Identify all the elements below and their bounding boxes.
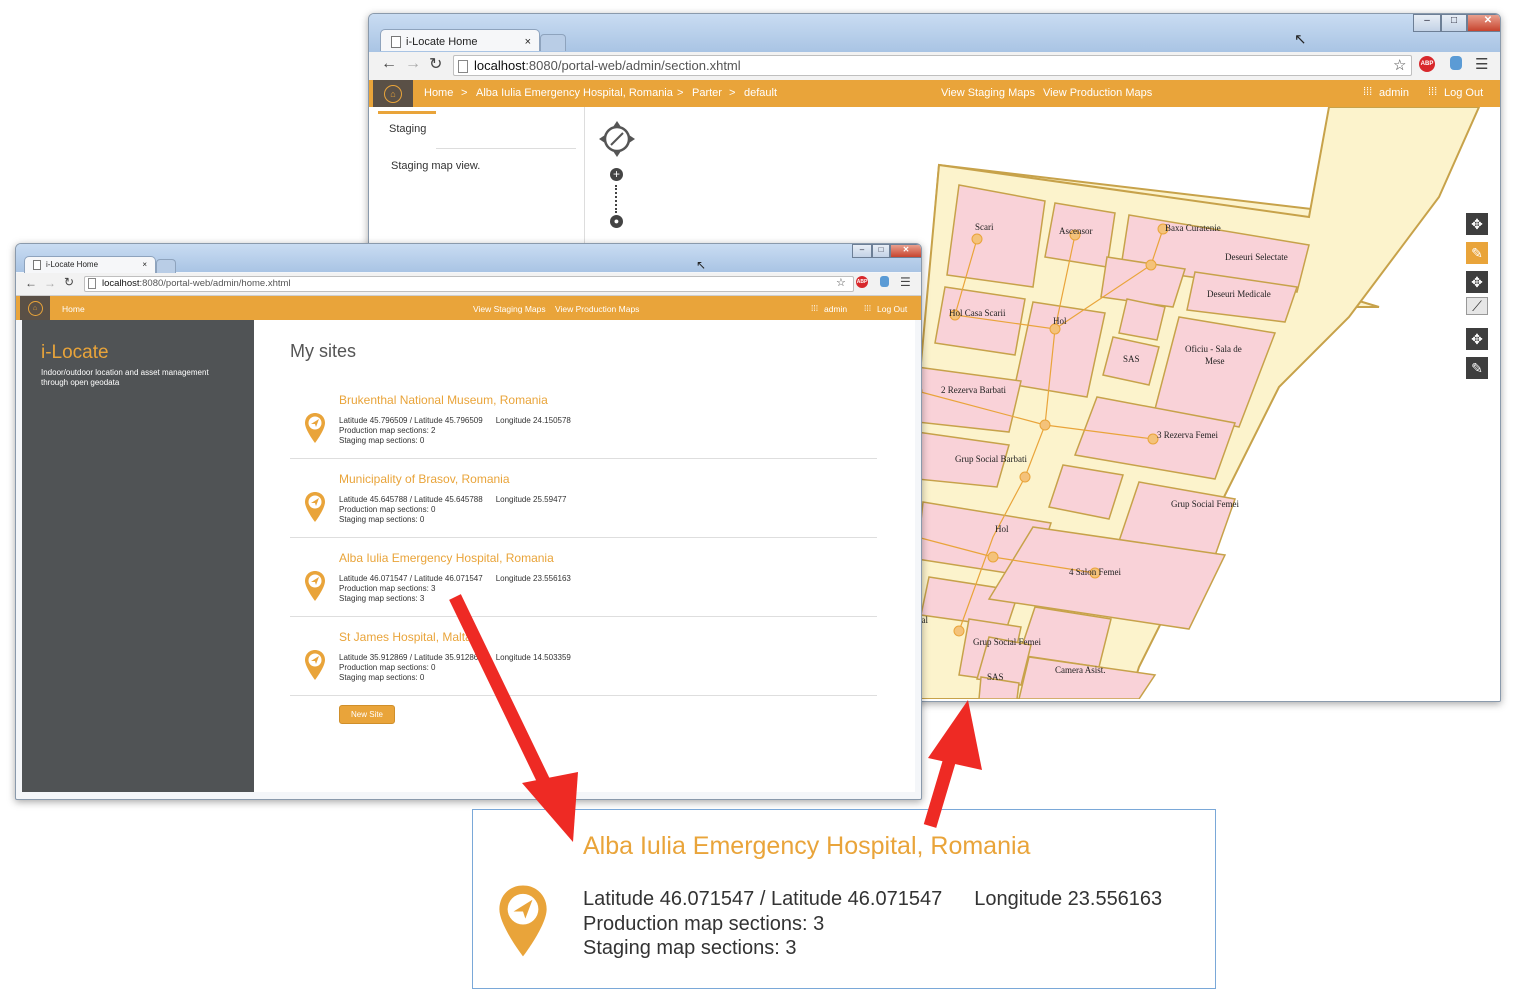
red-arrow — [449, 594, 982, 842]
